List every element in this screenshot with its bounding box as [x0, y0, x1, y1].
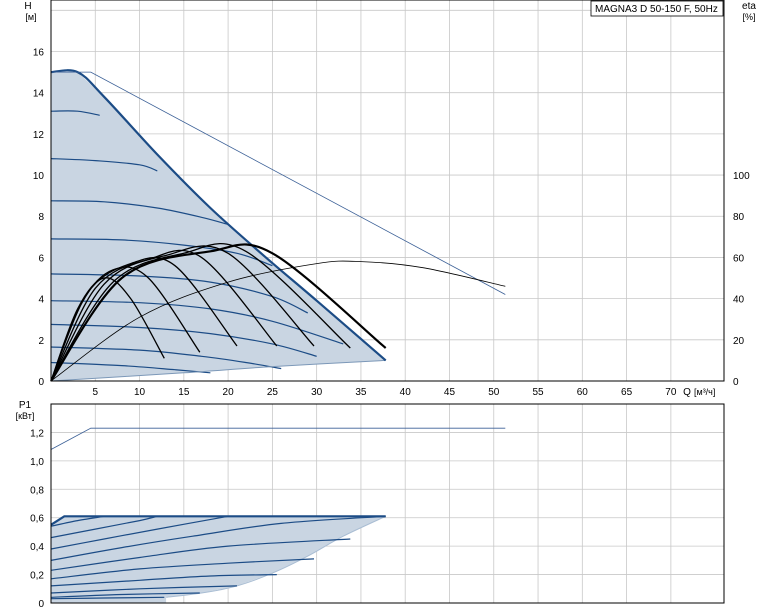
head-tick-label: 10: [33, 171, 45, 182]
power-tick-label: 0: [38, 599, 44, 610]
power-axis-label: P1: [19, 400, 32, 411]
flow-tick-label: 50: [488, 387, 500, 398]
efficiency-axis-label: eta: [742, 1, 756, 12]
head-tick-label: 4: [38, 295, 44, 306]
head-tick-label: 8: [38, 212, 44, 223]
power-tick-label: 1,0: [30, 457, 44, 468]
flow-tick-label: 55: [532, 387, 544, 398]
power-tick-label: 0,2: [30, 571, 44, 582]
efficiency-tick-label: 40: [733, 295, 745, 306]
power-tick-label: 0,4: [30, 542, 44, 553]
head-axis-label: H: [24, 1, 31, 12]
power-tick-label: 1,2: [30, 428, 44, 439]
flow-axis-label: Q: [683, 387, 691, 398]
power-tick-label: 0,8: [30, 485, 44, 496]
flow-tick-label: 40: [400, 387, 412, 398]
flow-tick-label: 30: [311, 387, 323, 398]
flow-tick-label: 70: [665, 387, 677, 398]
head-tick-label: 16: [33, 47, 45, 58]
flow-tick-label: 5: [92, 387, 98, 398]
flow-tick-label: 35: [355, 387, 367, 398]
flow-axis-unit: [м³/ч]: [694, 387, 715, 397]
efficiency-axis-unit: [%]: [742, 12, 755, 22]
power-axis-unit: [кВт]: [16, 411, 35, 421]
flow-tick-label: 20: [223, 387, 235, 398]
head-tick-label: 14: [33, 89, 45, 100]
flow-tick-label: 15: [178, 387, 190, 398]
efficiency-tick-label: 0: [733, 377, 739, 388]
power-tick-label: 0,6: [30, 514, 44, 525]
flow-tick-label: 60: [577, 387, 589, 398]
head-axis-unit: [м]: [25, 12, 36, 22]
head-tick-label: 0: [38, 377, 44, 388]
flow-tick-label: 45: [444, 387, 456, 398]
head-tick-label: 2: [38, 336, 44, 347]
efficiency-tick-label: 20: [733, 336, 745, 347]
efficiency-tick-label: 80: [733, 212, 745, 223]
pump-performance-chart: 0 2 4 6 8 10 12 14 16 H[м] 0 20 40 60 80 100 eta[%] 5 10 15…: [0, 0, 774, 611]
flow-tick-label: 65: [621, 387, 633, 398]
flow-tick-label: 25: [267, 387, 279, 398]
chart-title: MAGNA3 D 50-150 F, 50Hz: [595, 4, 718, 15]
efficiency-tick-label: 60: [733, 253, 745, 264]
head-tick-label: 6: [38, 253, 44, 264]
efficiency-tick-label: 100: [733, 171, 750, 182]
flow-tick-label: 10: [134, 387, 146, 398]
head-tick-label: 12: [33, 130, 45, 141]
